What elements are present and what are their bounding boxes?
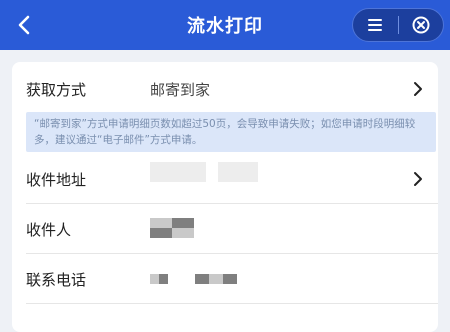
form-card: 获取方式 邮寄到家 “邮寄到家”方式申请明细页数如超过50页，会导致申请失败；如… bbox=[12, 62, 438, 332]
recipient-row[interactable]: 收件人 bbox=[12, 204, 438, 254]
phone-value-redacted bbox=[150, 274, 159, 284]
mini-program-capsule bbox=[352, 8, 444, 42]
back-arrow-icon bbox=[18, 15, 30, 35]
phone-row[interactable]: 联系电话 bbox=[12, 254, 438, 304]
address-value-redacted bbox=[150, 162, 206, 182]
recipient-value-redacted bbox=[150, 228, 172, 238]
chevron-right-icon bbox=[410, 80, 426, 98]
delivery-method-value: 邮寄到家 bbox=[150, 80, 211, 99]
back-button[interactable] bbox=[8, 9, 40, 41]
close-circle-icon bbox=[412, 16, 430, 34]
recipient-label: 收件人 bbox=[26, 220, 72, 239]
delivery-notice: “邮寄到家”方式申请明细页数如超过50页，会导致申请失败；如您申请时段明细较多，… bbox=[26, 112, 436, 152]
row-divider bbox=[26, 303, 438, 304]
close-button[interactable] bbox=[399, 9, 444, 41]
address-label: 收件地址 bbox=[26, 170, 87, 189]
page-title: 流水打印 bbox=[187, 16, 263, 37]
delivery-method-row[interactable]: 获取方式 邮寄到家 bbox=[12, 64, 438, 114]
chevron-right-icon bbox=[410, 170, 426, 188]
phone-value-redacted bbox=[209, 274, 223, 284]
recipient-value-redacted bbox=[172, 218, 194, 228]
phone-value-redacted bbox=[223, 274, 237, 284]
delivery-method-label: 获取方式 bbox=[26, 80, 87, 99]
address-value-redacted bbox=[218, 162, 258, 182]
nav-bar: 流水打印 bbox=[0, 0, 450, 50]
phone-value-redacted bbox=[195, 274, 209, 284]
menu-button[interactable] bbox=[353, 9, 398, 41]
address-row[interactable]: 收件地址 bbox=[12, 154, 438, 204]
phone-value-redacted bbox=[159, 274, 168, 284]
recipient-value-redacted bbox=[172, 228, 194, 238]
recipient-value-redacted bbox=[150, 218, 172, 228]
menu-lines-icon bbox=[368, 19, 383, 31]
phone-label: 联系电话 bbox=[26, 270, 87, 289]
